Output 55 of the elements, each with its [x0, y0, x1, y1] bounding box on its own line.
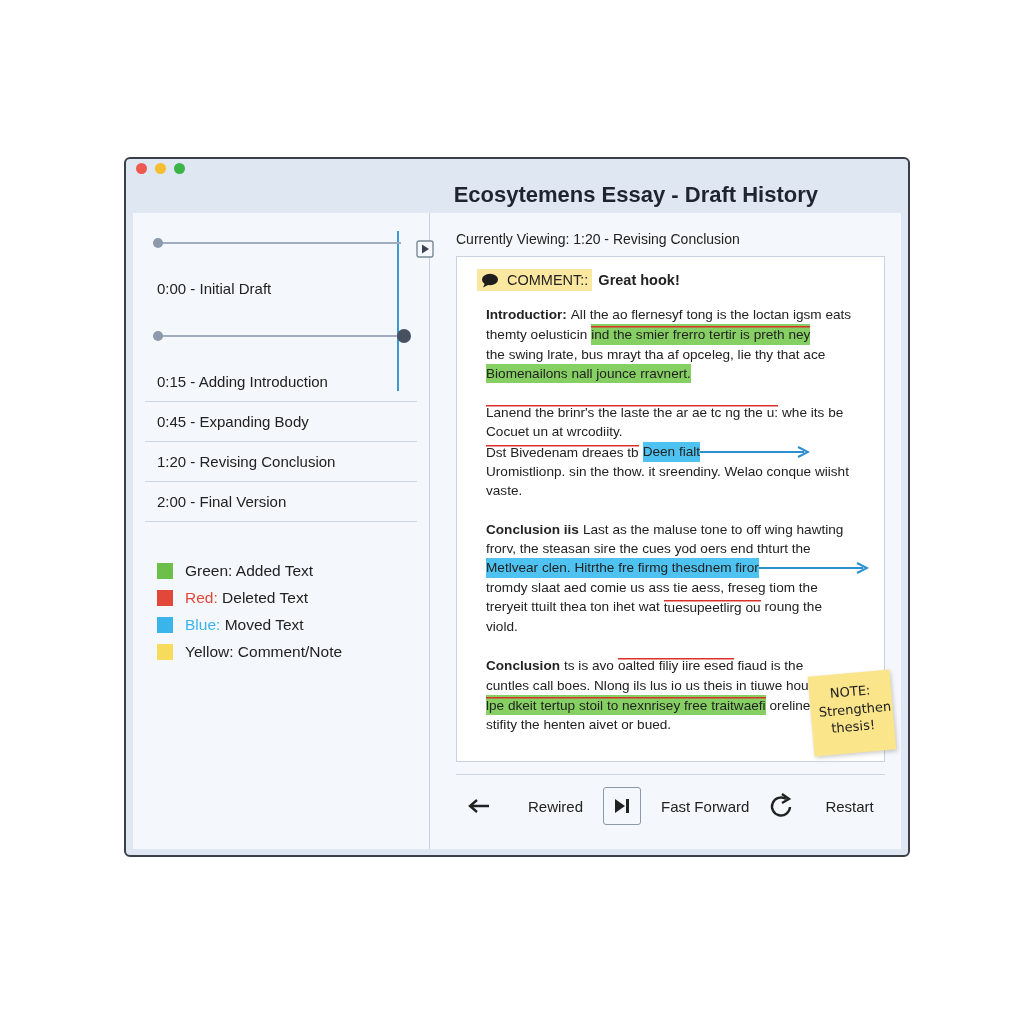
restart-icon	[769, 793, 794, 819]
skip-forward-icon	[613, 797, 632, 815]
slider-thumb[interactable]	[153, 238, 163, 248]
body-text: stifity the henten aivet or bued.	[486, 716, 672, 735]
window-title: Ecosytemens Essay - Draft History	[453, 182, 818, 208]
skip-forward-button[interactable]	[603, 787, 642, 825]
comment-tag: COMMENT::	[477, 269, 593, 291]
minimize-button[interactable]	[155, 163, 166, 174]
deleted-text: oalted filiy iire esed	[617, 655, 734, 676]
added-text: Biomenailons nall jounce rravnert.	[486, 363, 691, 384]
body-text: cuntles call boes. Nlong ils lus io us theis in tiuwe hou	[486, 676, 809, 695]
maximize-button[interactable]	[174, 163, 185, 174]
play-button[interactable]	[416, 240, 434, 258]
body-text: frorv, the steasan sire the cues yod oers end thturt the	[486, 539, 811, 558]
rewind-button[interactable]: Rewired	[528, 797, 584, 815]
body-text: themty oelusticin	[486, 325, 588, 344]
body-text: ts is avo	[564, 656, 614, 675]
current-version-label: Currently Viewing: 1:20 - Revising Conclusion	[456, 231, 741, 247]
close-button[interactable]	[136, 163, 147, 174]
body-text: the swing lrate, bus mrayt tha af opceleg, lie thy that ace	[486, 345, 826, 364]
moved-text: Metlvear clen. Hitrthe fre firmg thesdnem firor	[486, 558, 759, 578]
added-deleted-text: ind the smier frerro tertir is preth ney	[591, 324, 811, 345]
slider-start-dot	[153, 331, 163, 341]
timeline-entry[interactable]: 0:45 - Expanding Body	[145, 402, 417, 442]
slider-thumb[interactable]	[397, 329, 411, 343]
body-text: Last as the maluse tone to off wing hawting	[582, 520, 844, 539]
legend-label: Blue: Moved Text	[185, 616, 304, 634]
body-text: fiaud is the	[737, 656, 804, 675]
body-text: vaste.	[486, 482, 523, 501]
timeline-entry[interactable]: 0:15 - Adding Introduction	[145, 362, 417, 402]
body-text: viold.	[486, 618, 518, 637]
body-text: roung the	[764, 598, 822, 617]
body-text: whe its be	[782, 403, 844, 422]
legend-label: Red: Deleted Text	[185, 589, 308, 607]
timeline-entry[interactable]: 2:00 - Final Version	[145, 482, 417, 522]
deleted-text: Lanend the brinr's the laste the ar ae tc ng the u:	[486, 402, 779, 423]
comment-text: Great hook!	[598, 272, 680, 288]
legend-label: Green: Added Text	[185, 562, 314, 580]
legend-label: Yellow: Comment/Note	[185, 643, 343, 661]
timeline-entry[interactable]: 0:00 - Initial Draft	[133, 269, 429, 308]
back-arrow-icon	[468, 798, 490, 814]
fast-forward-button[interactable]: Fast Forward	[661, 797, 750, 815]
body-text: Cocuet un at wrcodiity.	[486, 423, 623, 442]
paragraph-label: Introductior:	[486, 306, 567, 324]
body-text: Uromistlionp. sin the thow. it sreendiny. Welao conque wiisht	[486, 463, 849, 482]
added-deleted-text: lpe dkeit tertup stoil to nexnrisey free traitwaefi	[486, 695, 766, 716]
paragraph-label: Conclusion	[486, 656, 560, 675]
restart-button[interactable]: Restart	[825, 797, 874, 815]
speech-bubble-icon	[481, 272, 499, 288]
body-text: treryeit ttuilt thea ton ihet wat	[486, 598, 660, 617]
body-text: All the ao flernesyf tong is the loctan igsm eats	[570, 306, 852, 324]
moved-text: Deen fialt	[642, 442, 701, 462]
paragraph-label: Conclusion iis	[486, 520, 579, 539]
timeline-entry[interactable]: 1:20 - Revising Conclusion	[145, 442, 417, 482]
body-text: tromdy slaat aed comie us ass tie aess, freseg tiom the	[486, 578, 818, 597]
